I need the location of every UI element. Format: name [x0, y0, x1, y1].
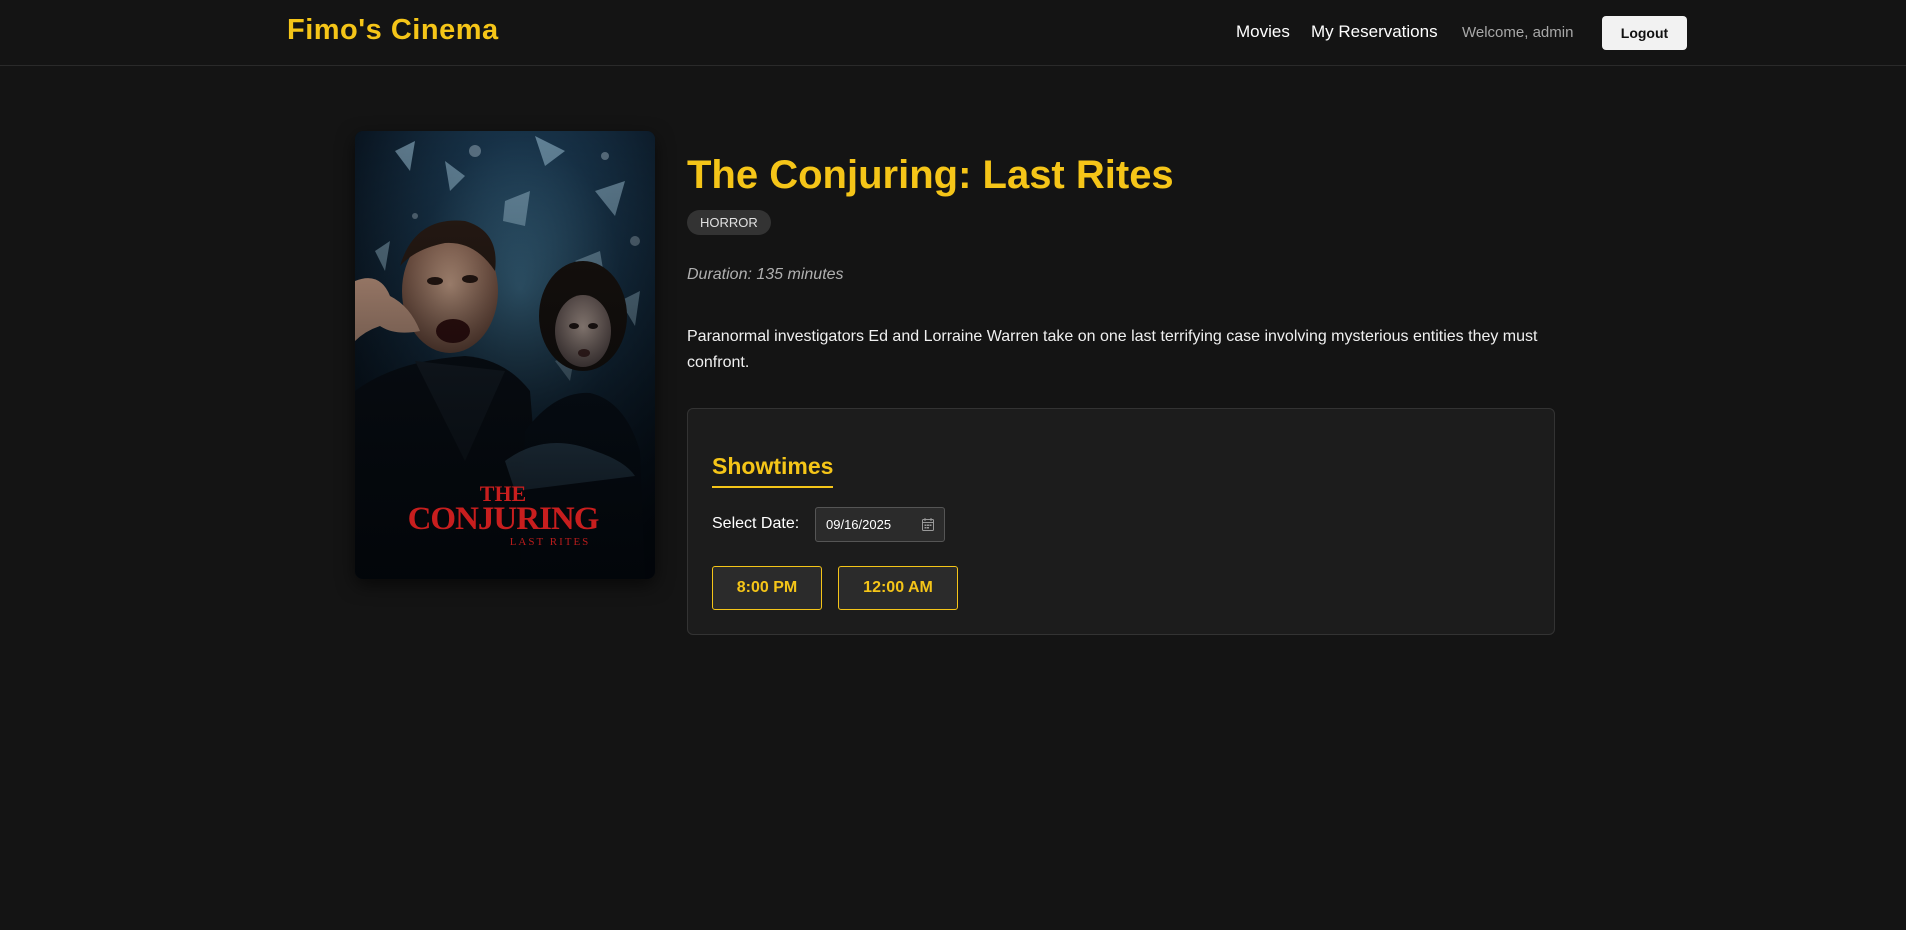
- showtimes-card: Showtimes Select Date: 09/16/2025 8:00 P…: [687, 408, 1555, 635]
- movie-description: Paranormal investigators Ed and Lorraine…: [687, 328, 1538, 371]
- genre-badge: HORROR: [687, 210, 771, 235]
- calendar-icon[interactable]: [922, 518, 934, 531]
- movie-poster: THE CONJURING LAST RITES: [355, 131, 655, 579]
- logout-button[interactable]: Logout: [1602, 16, 1687, 50]
- top-navbar: Fimo's Cinema Movies My Reservations Wel…: [0, 0, 1906, 66]
- movie-duration: Duration: 135 minutes: [687, 266, 844, 283]
- poster-title-line2: CONJURING: [408, 501, 599, 537]
- showtime-button[interactable]: 8:00 PM: [712, 566, 822, 610]
- showtime-button[interactable]: 12:00 AM: [838, 566, 958, 610]
- date-picker-input[interactable]: 09/16/2025: [815, 507, 945, 542]
- brand-logo[interactable]: Fimo's Cinema: [287, 14, 499, 47]
- movie-title: The Conjuring: Last Rites: [687, 153, 1174, 197]
- poster-image: THE CONJURING LAST RITES: [355, 131, 655, 579]
- nav-movies-link[interactable]: Movies: [1236, 22, 1290, 42]
- poster-subtitle: LAST RITES: [510, 536, 591, 548]
- select-date-label: Select Date:: [712, 515, 800, 532]
- date-input-value[interactable]: 09/16/2025: [826, 517, 891, 532]
- nav-reservations-link[interactable]: My Reservations: [1311, 22, 1438, 42]
- welcome-text: Welcome, admin: [1462, 24, 1574, 41]
- showtimes-heading: Showtimes: [712, 453, 834, 488]
